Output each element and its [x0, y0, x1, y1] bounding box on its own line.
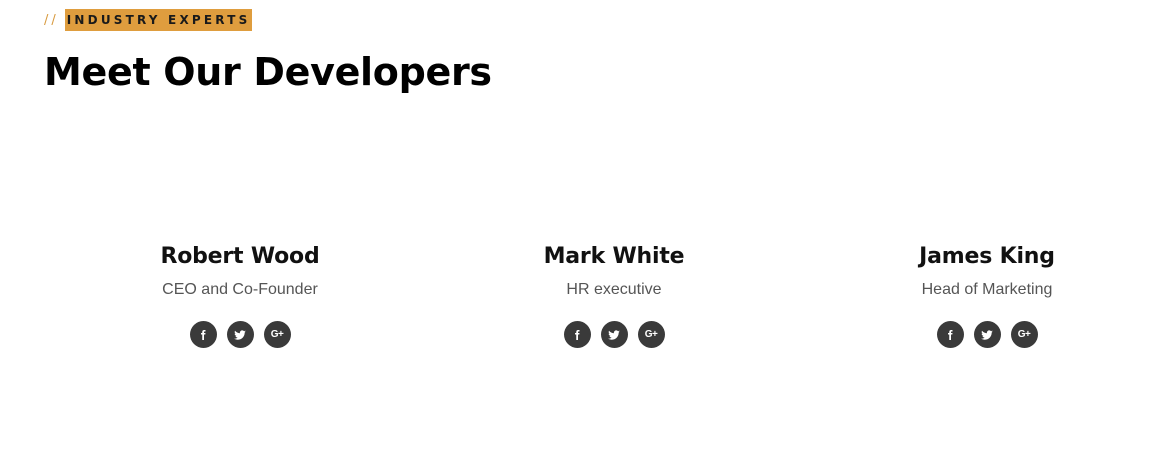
- member-socials: G+: [434, 321, 794, 348]
- team-member-card: James King Head of Marketing G+: [807, 240, 1153, 348]
- google-plus-glyph: G+: [644, 329, 658, 340]
- google-plus-icon[interactable]: G+: [263, 321, 291, 348]
- eyebrow-tag: INDUSTRY EXPERTS: [64, 9, 253, 31]
- section-title: Meet Our Developers: [44, 50, 492, 94]
- facebook-icon[interactable]: [189, 321, 217, 348]
- google-plus-glyph: G+: [270, 329, 284, 340]
- member-name: Robert Wood: [160, 244, 320, 269]
- team-member-card: Mark White HR executive G+: [434, 240, 794, 348]
- section-eyebrow: // INDUSTRY EXPERTS: [44, 9, 253, 31]
- facebook-icon[interactable]: [936, 321, 964, 348]
- twitter-icon[interactable]: [600, 321, 628, 348]
- member-name: James King: [919, 244, 1055, 269]
- twitter-icon[interactable]: [973, 321, 1001, 348]
- member-role: CEO and Co-Founder: [162, 281, 318, 298]
- team-member-card: Robert Wood CEO and Co-Founder G+: [60, 240, 420, 348]
- member-socials: G+: [807, 321, 1153, 348]
- google-plus-icon[interactable]: G+: [637, 321, 665, 348]
- member-role: HR executive: [566, 281, 662, 298]
- google-plus-glyph: G+: [1017, 329, 1031, 340]
- twitter-icon[interactable]: [226, 321, 254, 348]
- eyebrow-slashes: //: [44, 12, 59, 28]
- member-role: Head of Marketing: [921, 281, 1053, 298]
- google-plus-icon[interactable]: G+: [1010, 321, 1038, 348]
- member-name: Mark White: [543, 244, 685, 269]
- facebook-icon[interactable]: [563, 321, 591, 348]
- member-socials: G+: [60, 321, 420, 348]
